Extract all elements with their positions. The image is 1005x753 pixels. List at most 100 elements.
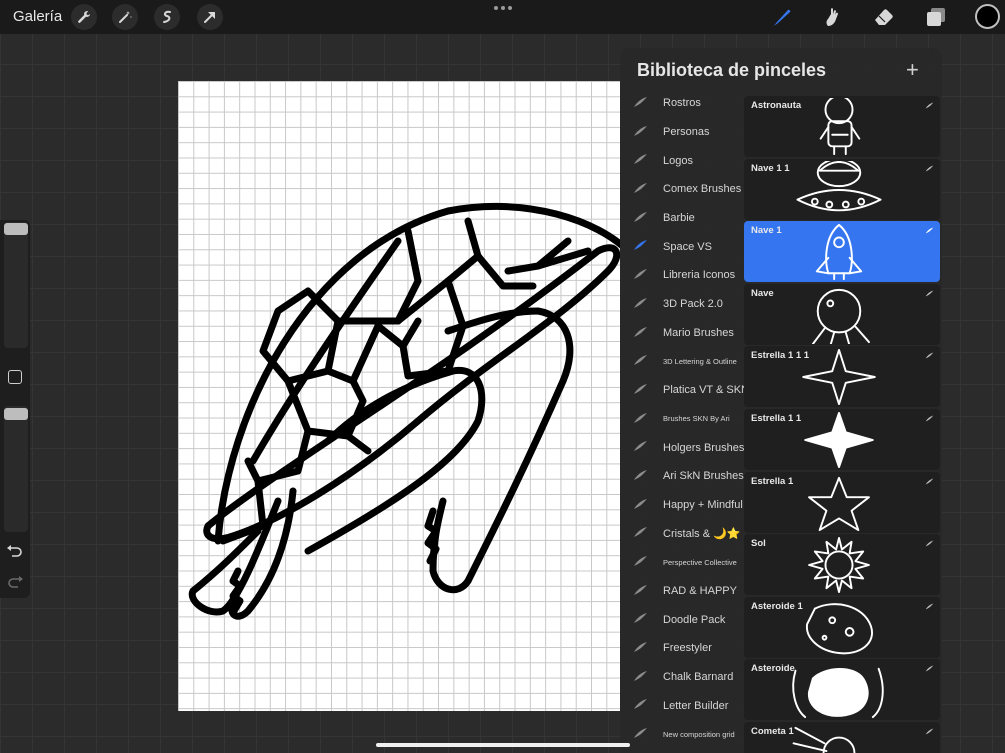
brush-set-feather-icon (634, 326, 647, 337)
brush-set-feather-icon (634, 613, 647, 624)
brush-set-feather-icon (634, 642, 647, 653)
brush-set-feather-icon (634, 728, 647, 739)
brush-set-item[interactable]: Platica VT & SKN (620, 376, 749, 405)
brush-set-item[interactable]: Perspective Collective (620, 548, 744, 577)
brush-size-handle[interactable] (4, 223, 28, 235)
brush-feather-icon (925, 102, 934, 109)
brush-set-feather-icon (634, 125, 647, 136)
gallery-button[interactable]: Galería (13, 8, 62, 25)
brush-set-item[interactable]: Logos (620, 146, 744, 175)
brush-set-item[interactable]: Space VS (620, 232, 744, 261)
brush-set-label: Happy + Mindful (663, 498, 743, 511)
layers-icon[interactable] (924, 5, 948, 29)
brush-set-item[interactable]: RAD & HAPPY (620, 577, 744, 606)
brush-icon[interactable] (770, 5, 794, 29)
undo-icon[interactable] (6, 544, 24, 558)
brush-set-label: Holgers Brushes (663, 441, 745, 454)
brush-set-item[interactable]: Letter Builder (620, 691, 744, 720)
wrench-icon[interactable] (71, 4, 97, 30)
eraser-icon[interactable] (872, 5, 896, 29)
brush-set-item[interactable]: Rostros (620, 89, 744, 118)
brush-name: Estrella 1 1 (751, 412, 802, 424)
brush-item[interactable]: Cometa 1 (744, 721, 940, 753)
brush-name: Nave 1 (751, 225, 782, 237)
brush-set-label: Cristals & 🌙⭐ (663, 528, 741, 541)
brush-set-label: Comex Brushes (663, 183, 742, 196)
brush-name: Asteroide (751, 663, 795, 675)
brush-item[interactable]: Asteroide (744, 659, 940, 721)
brush-set-label: 3D Lettering & Outline (663, 357, 737, 367)
brush-feather-icon (925, 665, 934, 672)
brush-item[interactable]: Astronauta (744, 96, 940, 157)
home-indicator[interactable] (376, 743, 630, 747)
redo-icon[interactable] (6, 575, 24, 589)
brush-item[interactable]: Estrella 1 (744, 471, 940, 533)
brush-set-label: Doodle Pack (663, 613, 726, 626)
brush-name: Cometa 1 (751, 725, 794, 737)
brush-set-item[interactable]: Ari SkN Brushes (620, 462, 744, 491)
brush-set-label: Freestyler (663, 642, 712, 655)
brush-item[interactable]: Estrella 1 1 (744, 408, 940, 470)
transform-arrow-icon[interactable] (197, 4, 223, 30)
brush-feather-icon (925, 478, 934, 484)
brush-set-feather-icon (634, 355, 647, 366)
brush-set-feather-icon (634, 699, 647, 710)
opacity-handle[interactable] (4, 408, 28, 420)
brush-set-item[interactable]: New composition grid (620, 720, 744, 749)
brush-set-item[interactable]: Holgers Brushes (620, 433, 744, 462)
turtle-drawing (188, 203, 620, 620)
brush-set-item[interactable]: Comex Brushes (620, 175, 744, 204)
brush-set-feather-icon (634, 211, 647, 222)
drawing-canvas[interactable] (178, 81, 620, 711)
brush-set-label: Barbie (663, 212, 695, 225)
brush-set-label: 3D Pack 2.0 (663, 298, 723, 311)
brush-set-item[interactable]: Cristals & 🌙⭐ (620, 519, 744, 548)
brush-set-feather-icon (634, 412, 647, 423)
brush-feather-icon (925, 728, 934, 735)
brush-set-item[interactable]: Happy + Mindful (620, 491, 744, 520)
opacity-slider[interactable] (4, 406, 28, 532)
brush-name: Astronauta (751, 100, 802, 111)
brush-item[interactable]: Nave 1 (744, 221, 940, 283)
brush-set-feather-icon (634, 469, 647, 480)
brush-set-item[interactable]: Personas (620, 118, 744, 147)
brush-size-slider[interactable] (4, 222, 28, 348)
left-sidebar (0, 220, 30, 598)
add-brush-set-button[interactable]: + (906, 59, 919, 81)
brush-set-label: Brushes SKN By Ari (663, 414, 730, 424)
brush-set-feather-icon (634, 183, 647, 194)
brush-set-label: Letter Builder (663, 699, 729, 712)
brush-feather-icon (925, 603, 934, 610)
brush-set-feather-icon (634, 441, 647, 452)
brush-set-item[interactable]: 3D Pack 2.0 (620, 290, 744, 319)
brush-stamp-preview (796, 160, 882, 211)
brush-set-item[interactable]: Brushes SKN By Ari (620, 405, 744, 434)
top-toolbar: Galería (0, 0, 1005, 34)
brush-set-item[interactable]: Chalk Barnard (620, 663, 744, 692)
brush-set-label: Perspective Collective (663, 557, 737, 567)
brush-item[interactable]: Sol (744, 534, 940, 596)
brush-set-item[interactable]: Freestyler (620, 634, 744, 663)
brush-item[interactable]: Estrella 1 1 1 (744, 346, 940, 408)
brush-item[interactable]: Asteroide 1 (744, 596, 940, 658)
brush-set-item[interactable]: Barbie (620, 204, 744, 233)
brush-set-item[interactable]: Mario Brushes (620, 319, 744, 348)
brush-set-label: Chalk Barnard (663, 671, 734, 684)
smudge-icon[interactable] (819, 5, 843, 29)
panel-title: Biblioteca de pinceles (637, 60, 827, 80)
brush-sets-list: Rostros Personas Logos Comex Brushes Barbie S… (620, 89, 749, 749)
brush-item[interactable]: Nave 1 1 (744, 158, 940, 220)
brush-set-item[interactable]: Libreria Iconos (620, 261, 744, 290)
brush-item[interactable]: Nave (744, 283, 940, 345)
more-options-icon[interactable] (492, 2, 514, 14)
color-picker-button[interactable] (975, 4, 1000, 29)
brush-set-item[interactable]: Doodle Pack (620, 605, 744, 634)
brush-name: Nave (751, 287, 774, 299)
modify-button[interactable] (8, 370, 22, 384)
brush-stamp-preview (815, 224, 863, 281)
selection-icon[interactable] (154, 4, 180, 30)
magic-wand-icon[interactable] (112, 4, 138, 30)
brush-set-item[interactable]: 3D Lettering & Outline (620, 347, 744, 376)
brush-feather-icon (925, 540, 934, 547)
brush-feather-icon (925, 227, 934, 234)
